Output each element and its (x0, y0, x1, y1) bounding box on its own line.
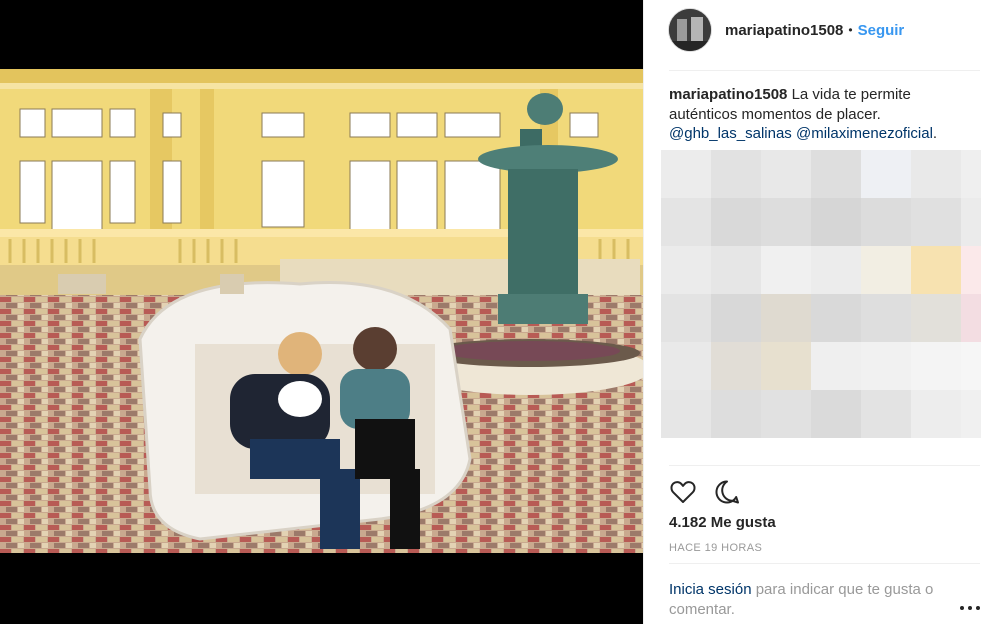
more-dot (968, 606, 972, 610)
header-separator: • (848, 23, 853, 37)
header-divider (669, 70, 980, 71)
avatar-photo (669, 9, 711, 51)
profile-avatar-icon[interactable] (668, 8, 712, 52)
mention-link[interactable]: @ghb_las_salinas (669, 125, 792, 142)
post-media (0, 0, 643, 624)
heart-icon[interactable] (669, 478, 697, 506)
post-timestamp: HACE 19 HORAS (669, 542, 763, 554)
mention-link[interactable]: @milaximenezoficial (796, 125, 933, 142)
comment-icon[interactable] (713, 478, 741, 506)
likes-count[interactable]: 4.182 Me gusta (669, 514, 776, 531)
header-username[interactable]: mariapatino1508 (725, 22, 843, 39)
post-header: mariapatino1508 • Seguir (668, 7, 980, 53)
post-side-panel: mariapatino1508 • Seguir mariapatino1508… (643, 0, 1000, 624)
footer-divider (669, 563, 980, 564)
caption-trailing: . (932, 125, 938, 142)
follow-button[interactable]: Seguir (858, 22, 905, 39)
post-actions (669, 478, 757, 506)
more-dot (960, 606, 964, 610)
post-caption: mariapatino1508 La vida te permite autén… (669, 85, 969, 144)
post-photo[interactable] (0, 69, 643, 553)
login-prompt: Inicia sesión para indicar que te gusta … (669, 580, 969, 619)
photo-illustration (0, 69, 643, 553)
obscured-comments (661, 150, 981, 462)
more-dot (976, 606, 980, 610)
caption-username[interactable]: mariapatino1508 (669, 86, 787, 103)
more-options-icon[interactable] (960, 602, 980, 614)
login-link[interactable]: Inicia sesión (669, 581, 752, 598)
comments-divider (669, 465, 980, 466)
pixelated-comments (661, 150, 981, 462)
